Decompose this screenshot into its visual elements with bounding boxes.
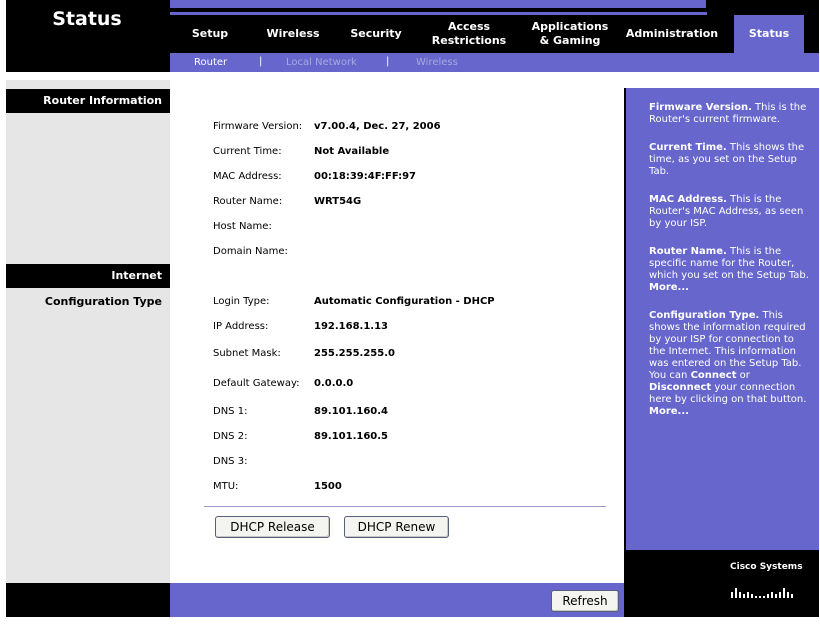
help-firmware: Firmware Version. This is the Router's c… [649,102,807,125]
page-title: Status [52,8,122,30]
help-configuration-type: Configuration Type. This shows the infor… [649,310,807,417]
tab-status[interactable]: Status [734,15,804,53]
mac-address-value: 00:18:39:4F:FF:97 [314,171,417,182]
subtab-separator: | [386,56,390,67]
tab-setup[interactable]: Setup [170,15,250,53]
mac-address-label: MAC Address: [213,171,282,182]
subnet-mask-label: Subnet Mask: [213,348,281,359]
tab-administration[interactable]: Administration [620,15,724,53]
router-name-label: Router Name: [213,196,283,207]
more-link[interactable]: More... [649,282,689,293]
default-gateway-value: 0.0.0.0 [314,378,354,389]
help-text: Firmware Version. This is the Router's c… [649,102,809,434]
ip-address-value: 192.168.1.13 [314,321,389,332]
cisco-bridge-icon [731,588,793,598]
subtab-wireless[interactable]: Wireless [416,57,458,68]
more-link[interactable]: More... [649,406,689,417]
dns3-label: DNS 3: [213,456,248,467]
left-section-panel [6,80,170,583]
dns2-label: DNS 2: [213,431,248,442]
help-current-time: Current Time. This shows the time, as yo… [649,142,805,177]
router-name-value: WRT54G [314,196,362,207]
tab-security[interactable]: Security [336,15,416,53]
tab-applications-gaming[interactable]: Applications & Gaming [525,15,615,53]
subtab-local-network[interactable]: Local Network [286,57,357,68]
current-time-value: Not Available [314,146,390,157]
help-router-name: Router Name. This is the specific name f… [649,246,809,293]
login-type-value: Automatic Configuration - DHCP [314,296,495,307]
section-router-information: Router Information [6,89,170,113]
default-gateway-label: Default Gateway: [213,378,300,389]
ip-address-label: IP Address: [213,321,269,332]
firmware-version-label: Firmware Version: [213,121,303,132]
host-name-label: Host Name: [213,221,272,232]
subtab-router[interactable]: Router [194,57,227,68]
mtu-label: MTU: [213,481,239,492]
mtu-value: 1500 [314,481,342,492]
dns2-value: 89.101.160.5 [314,431,389,442]
firmware-version-value: v7.00.4, Dec. 27, 2006 [314,121,441,132]
help-panel-edge [624,88,626,583]
configuration-type-label: Configuration Type [44,295,162,308]
footer-left [6,583,170,617]
domain-name-label: Domain Name: [213,246,288,257]
current-time-label: Current Time: [213,146,282,157]
subnet-mask-value: 255.255.255.0 [314,348,395,359]
tab-access-restrictions[interactable]: Access Restrictions [424,15,514,53]
login-type-label: Login Type: [213,296,270,307]
section-internet: Internet [6,264,170,288]
subtab-separator: | [259,56,263,67]
sub-tab-bar: Router | Local Network | Wireless [170,53,819,72]
dns1-label: DNS 1: [213,406,248,417]
cisco-logo-text: Cisco Systems [730,562,803,572]
help-mac-address: MAC Address. This is the Router's MAC Ad… [649,194,804,229]
refresh-button[interactable]: Refresh [551,590,619,612]
content-divider [204,506,606,507]
main-tab-bar: Setup Wireless Security Access Restricti… [170,15,819,53]
tab-wireless[interactable]: Wireless [250,15,336,53]
nav-accent-strip [170,0,706,8]
dhcp-release-button[interactable]: DHCP Release [215,516,330,538]
dns1-value: 89.101.160.4 [314,406,389,417]
dhcp-renew-button[interactable]: DHCP Renew [344,516,449,538]
